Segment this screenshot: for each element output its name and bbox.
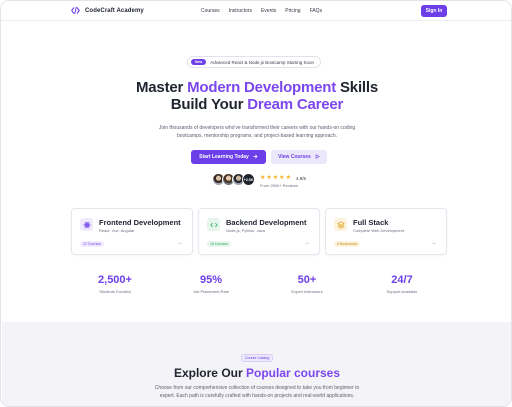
- card-title: Backend Development: [226, 218, 307, 227]
- card-tag: 12 Courses: [80, 241, 104, 247]
- rating-stars: ★ ★ ★ ★ ★ 4.9/5: [260, 175, 306, 181]
- course-card-backend[interactable]: Backend Development Node.js, Python, Jav…: [198, 208, 320, 255]
- stat-label: Job Placement Rate: [192, 289, 230, 294]
- star-icon: ★: [266, 175, 272, 181]
- rating-score: 4.9/5: [295, 175, 306, 181]
- stat-label: Support Available: [386, 289, 418, 294]
- stat-number: 95%: [199, 274, 223, 286]
- star-icon: ★: [285, 175, 291, 181]
- stat-instructors: 50+ Expert Instructors: [259, 274, 355, 294]
- start-learning-label: Start Learning Today: [199, 154, 249, 160]
- start-learning-button[interactable]: Start Learning Today: [191, 150, 266, 164]
- student-avatars: +2.5K: [212, 173, 255, 186]
- new-badge: New: [191, 59, 207, 65]
- catalog-title: Explore Our Popular courses: [2, 366, 511, 380]
- course-card-full-stack[interactable]: Full Stack Complete Web Development 8 Bo…: [325, 208, 447, 255]
- hero-title-text: Skills: [336, 79, 378, 96]
- catalog-subtitle: Choose from our comprehensive collection…: [154, 385, 360, 399]
- stat-number: 50+: [297, 274, 317, 286]
- code-brackets-icon: [71, 6, 80, 15]
- course-card-frontend[interactable]: Frontend Development React, Vue, Angular…: [71, 208, 193, 255]
- backend-server-icon: [207, 218, 220, 231]
- card-meta: Node.js, Python, Java: [226, 228, 265, 233]
- nav-link-events[interactable]: Events: [261, 8, 276, 14]
- star-icon: ★: [260, 175, 266, 181]
- rating: ★ ★ ★ ★ ★ 4.9/5 From 2500+ Reviews: [260, 175, 306, 188]
- full-stack-layers-icon: [334, 218, 347, 231]
- hero-subtitle: Join thousands of developers who've tran…: [158, 125, 356, 139]
- play-icon: [315, 153, 320, 161]
- reviews-count: From 2500+ Reviews: [260, 183, 298, 188]
- card-tag: 8 Bootcamps: [334, 241, 361, 247]
- top-navbar: CodeCraft Academy Courses Instructors Ev…: [1, 1, 511, 21]
- stat-number: 2,500+: [98, 274, 132, 286]
- announcement-pill[interactable]: New Advanced React & Node.js Bootcamp St…: [187, 56, 322, 68]
- stat-label: Students Enrolled: [99, 289, 131, 294]
- hero-title-line-2: Build Your Dream Career: [1, 96, 511, 113]
- frontend-atom-icon: [80, 218, 93, 231]
- nav-links: Courses Instructors Events Pricing FAQs: [201, 8, 322, 14]
- card-title: Frontend Development: [99, 218, 181, 227]
- stat-students: 2,500+ Students Enrolled: [67, 274, 163, 294]
- card-title: Full Stack: [353, 218, 389, 227]
- card-meta: React, Vue, Angular: [99, 228, 135, 233]
- arrow-right-icon: →: [304, 240, 310, 246]
- stat-number: 24/7: [391, 274, 413, 286]
- stat-support: 24/7 Support Available: [354, 274, 450, 294]
- nav-link-faqs[interactable]: FAQs: [310, 8, 323, 14]
- page-frame: CodeCraft Academy Courses Instructors Ev…: [0, 0, 512, 407]
- hero-title-accent: Modern Development: [187, 79, 337, 96]
- stat-placement: 95% Job Placement Rate: [163, 274, 259, 294]
- hero-title-text: Master: [135, 79, 188, 96]
- nav-link-instructors[interactable]: Instructors: [229, 8, 252, 14]
- arrow-right-icon: [252, 154, 258, 161]
- card-tag: 15 Courses: [207, 241, 231, 247]
- star-icon: ★: [272, 175, 279, 181]
- nav-link-courses[interactable]: Courses: [201, 8, 220, 14]
- course-catalog-section: Course Catalog Explore Our Popular cours…: [2, 322, 511, 406]
- catalog-badge: Course Catalog: [241, 354, 274, 362]
- view-courses-label: View Courses: [278, 154, 311, 160]
- avatar-count: +2.5K: [242, 173, 255, 186]
- brand-name: CodeCraft Academy: [85, 7, 144, 14]
- hero-title-text: Build Your: [170, 96, 248, 113]
- announcement-text: Advanced React & Node.js Bootcamp Starti…: [210, 59, 315, 65]
- hero-title-line-1: Master Modern Development Skills: [1, 79, 511, 96]
- catalog-title-accent: Popular courses: [246, 366, 341, 380]
- stat-label: Expert Instructors: [291, 289, 323, 294]
- brand[interactable]: CodeCraft Academy: [71, 6, 144, 15]
- arrow-right-icon: →: [177, 240, 183, 246]
- arrow-right-icon: →: [431, 240, 437, 246]
- nav-link-pricing[interactable]: Pricing: [285, 8, 300, 14]
- star-icon: ★: [279, 175, 285, 181]
- catalog-title-text: Explore Our: [173, 366, 246, 380]
- card-meta: Complete Web Development: [353, 228, 405, 233]
- hero-title-accent: Dream Career: [247, 96, 344, 113]
- sign-in-button[interactable]: Sign In: [421, 5, 447, 17]
- view-courses-button[interactable]: View Courses: [271, 150, 327, 164]
